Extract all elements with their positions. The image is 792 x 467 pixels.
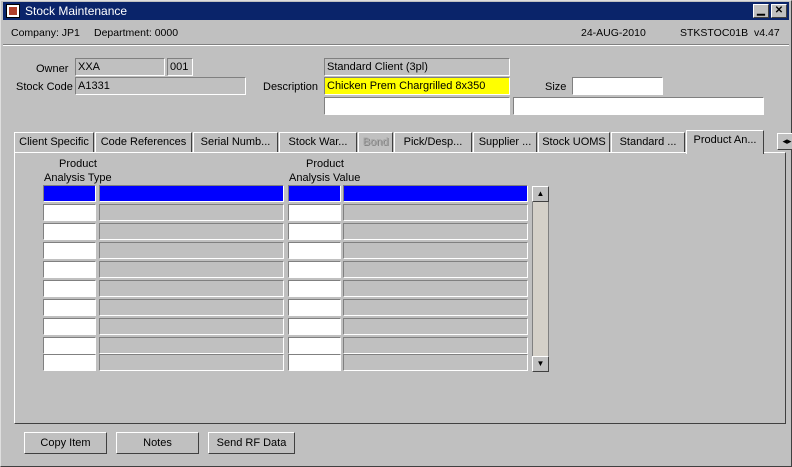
send-rf-data-button[interactable]: Send RF Data [208, 432, 295, 454]
owner-label: Owner [36, 63, 69, 75]
analysis-type-desc-cell [99, 185, 284, 202]
tab-supplier[interactable]: Supplier ... [473, 132, 537, 152]
analysis-type-code-cell[interactable] [43, 280, 96, 297]
tab-serial-numbers[interactable]: Serial Numb... [193, 132, 278, 152]
company-text: Company: JP1 [11, 27, 80, 39]
tab-stock-warehouse[interactable]: Stock War... [279, 132, 357, 152]
analysis-type-desc-cell [99, 337, 284, 354]
tab-code-references[interactable]: Code References [95, 132, 192, 152]
tab-standard[interactable]: Standard ... [611, 132, 685, 152]
analysis-value-code-cell[interactable] [288, 242, 341, 259]
app-icon [6, 4, 20, 18]
analysis-value-code-cell[interactable] [288, 299, 341, 316]
analysis-value-desc-cell [343, 318, 528, 335]
analysis-type-desc-cell [99, 318, 284, 335]
tab-pick-despatch[interactable]: Pick/Desp... [394, 132, 472, 152]
client-name-field: Standard Client (3pl) [324, 58, 510, 76]
window-title: Stock Maintenance [25, 4, 128, 18]
stock-code-field[interactable]: A1331 [75, 77, 246, 95]
extra-field-2[interactable] [513, 97, 764, 115]
scrollbar-track[interactable] [532, 202, 549, 356]
analysis-value-code-cell[interactable] [288, 223, 341, 240]
description-field[interactable]: Chicken Prem Chargrilled 8x350 [324, 77, 510, 95]
analysis-value-desc-cell [343, 242, 528, 259]
analysis-type-desc-cell [99, 354, 284, 371]
tab-client-specific[interactable]: Client Specific [14, 132, 94, 152]
close-icon[interactable]: ✕ [771, 4, 787, 18]
stock-code-label: Stock Code [16, 81, 73, 93]
owner-sub-field[interactable]: 001 [167, 58, 193, 76]
analysis-type-desc-cell [99, 280, 284, 297]
title-bar: Stock Maintenance ▁ ✕ [3, 2, 789, 20]
extra-field-1[interactable] [324, 97, 510, 115]
form-code-text: STKSTOC01B [680, 27, 749, 39]
analysis-value-desc-cell [343, 185, 528, 202]
analysis-type-desc-cell [99, 261, 284, 278]
analysis-value-code-cell[interactable] [288, 337, 341, 354]
analysis-value-desc-cell [343, 337, 528, 354]
analysis-value-code-cell[interactable] [288, 204, 341, 221]
analysis-type-code-cell[interactable] [43, 242, 96, 259]
analysis-value-code-cell[interactable] [288, 318, 341, 335]
analysis-type-desc-cell [99, 223, 284, 240]
analysis-type-desc-cell [99, 299, 284, 316]
analysis-type-code-cell[interactable] [43, 204, 96, 221]
scroll-up-icon[interactable]: ▲ [532, 186, 549, 202]
header-divider [3, 44, 789, 46]
analysis-type-code-cell[interactable] [43, 318, 96, 335]
analysis-value-code-cell[interactable] [288, 185, 341, 202]
tab-strip: Client Specific Code References Serial N… [14, 130, 792, 154]
date-text: 24-AUG-2010 [581, 27, 646, 39]
analysis-value-code-cell[interactable] [288, 354, 341, 371]
tab-stock-uoms[interactable]: Stock UOMS [538, 132, 610, 152]
analysis-type-code-cell[interactable] [43, 261, 96, 278]
col2-header-line1: Product [306, 158, 344, 170]
size-field[interactable] [572, 77, 663, 95]
analysis-value-code-cell[interactable] [288, 280, 341, 297]
notes-button[interactable]: Notes [116, 432, 199, 454]
analysis-value-desc-cell [343, 223, 528, 240]
department-text: Department: 0000 [94, 27, 179, 39]
analysis-type-code-cell[interactable] [43, 223, 96, 240]
tab-scroll-icon[interactable]: ◂▸ [777, 133, 792, 150]
analysis-value-desc-cell [343, 354, 528, 371]
analysis-value-desc-cell [343, 261, 528, 278]
col2-header-line2: Analysis Value [289, 172, 361, 184]
info-bar: Company: JP1 Department: 0000 24-AUG-201… [3, 23, 789, 43]
size-label: Size [545, 81, 567, 93]
analysis-value-desc-cell [343, 299, 528, 316]
tab-bond: Bond [358, 132, 393, 152]
analysis-value-code-cell[interactable] [288, 261, 341, 278]
scroll-down-icon[interactable]: ▼ [532, 356, 549, 372]
version-text: v4.47 [754, 27, 780, 39]
copy-item-button[interactable]: Copy Item [24, 432, 107, 454]
analysis-type-code-cell[interactable] [43, 354, 96, 371]
analysis-value-desc-cell [343, 280, 528, 297]
description-label: Description [263, 81, 319, 93]
analysis-type-code-cell[interactable] [43, 337, 96, 354]
analysis-type-desc-cell [99, 242, 284, 259]
analysis-type-code-cell[interactable] [43, 299, 96, 316]
col1-header-line2: Analysis Type [44, 172, 112, 184]
analysis-value-desc-cell [343, 204, 528, 221]
tab-product-analysis[interactable]: Product An... [686, 130, 764, 154]
analysis-type-code-cell[interactable] [43, 185, 96, 202]
owner-field[interactable]: XXA [75, 58, 165, 76]
grid-scrollbar[interactable]: ▲ ▼ [532, 186, 549, 372]
minimize-icon[interactable]: ▁ [753, 4, 769, 18]
stock-maintenance-window: Stock Maintenance ▁ ✕ Company: JP1 Depar… [0, 0, 792, 467]
col1-header-line1: Product [59, 158, 97, 170]
analysis-type-desc-cell [99, 204, 284, 221]
